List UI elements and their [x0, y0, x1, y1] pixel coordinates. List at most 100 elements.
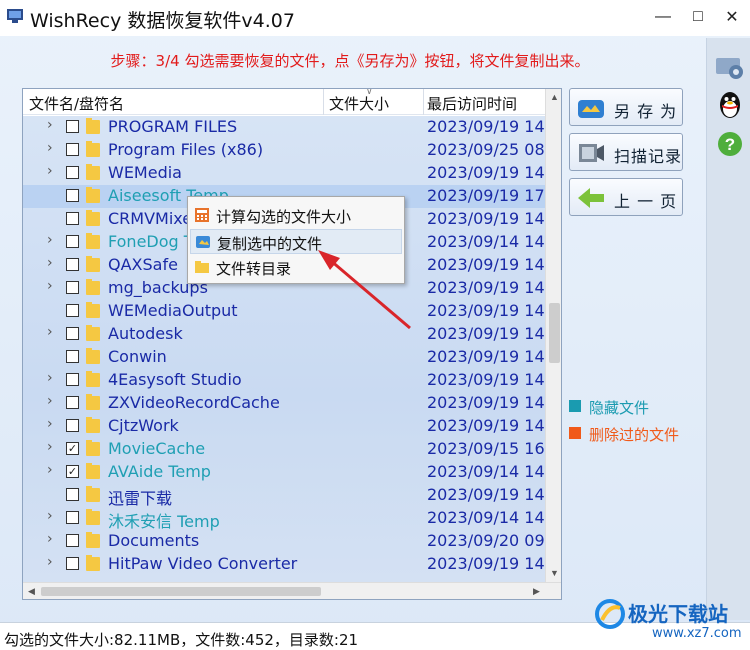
expand-chevron-icon[interactable]: › [47, 117, 53, 133]
column-divider[interactable] [423, 89, 424, 115]
folder-icon [86, 394, 100, 410]
row-checkbox[interactable] [66, 327, 79, 340]
expand-chevron-icon[interactable]: › [47, 393, 53, 409]
expand-chevron-icon[interactable]: › [47, 232, 53, 248]
expand-chevron-icon[interactable]: › [47, 416, 53, 432]
table-row[interactable]: › Program Files (x86) 2023/09/25 08:5 [23, 139, 545, 162]
scroll-down-icon[interactable]: ▼ [546, 565, 561, 582]
table-row[interactable]: › 沐禾安信 Temp 2023/09/14 14:0 [23, 507, 545, 531]
menu-item-calc-size[interactable]: 计算勾选的文件大小 [190, 203, 402, 228]
maximize-button[interactable]: □ [681, 4, 715, 30]
scan-records-icon [579, 144, 604, 162]
table-row[interactable]: › HitPaw Video Converter 2023/09/19 14:2 [23, 553, 545, 576]
row-checkbox[interactable] [66, 212, 79, 225]
row-checkbox[interactable] [66, 350, 79, 363]
row-date: 2023/09/19 14:2 [427, 370, 545, 389]
expand-chevron-icon[interactable]: › [47, 140, 53, 156]
row-checkbox[interactable] [66, 534, 79, 547]
table-row[interactable]: › ✓ AVAide Temp 2023/09/14 14:0 [23, 461, 545, 484]
row-checkbox[interactable] [66, 166, 79, 179]
file-list[interactable]: 文件名/盘符名 ∨ 文件大小 最后访问时间 › PROGRAM FILES 2023… [22, 88, 562, 600]
row-checkbox[interactable] [66, 143, 79, 156]
list-rows: › PROGRAM FILES 2023/09/19 14:2 › Program Fi… [23, 116, 545, 582]
row-checkbox[interactable] [66, 488, 79, 501]
table-row[interactable]: › PROGRAM FILES 2023/09/19 14:2 [23, 116, 545, 139]
scroll-left-icon[interactable]: ◀ [23, 583, 40, 599]
legend-swatch [569, 400, 581, 412]
row-checkbox[interactable] [66, 419, 79, 432]
row-name: Autodesk [108, 324, 183, 343]
expand-chevron-icon[interactable]: › [47, 370, 53, 386]
row-checkbox[interactable] [66, 373, 79, 386]
qq-penguin-icon[interactable] [714, 88, 746, 120]
column-header-size[interactable]: 文件大小 [329, 93, 389, 114]
scroll-up-icon[interactable]: ▲ [546, 89, 561, 106]
close-button[interactable]: ✕ [715, 4, 749, 30]
table-row[interactable]: › 4Easysoft Studio 2023/09/19 14:2 [23, 369, 545, 392]
watermark: 极光下载站 www.xz7.com [590, 596, 748, 646]
menu-item-file-to-dir[interactable]: 文件转目录 [190, 255, 402, 280]
table-row[interactable]: Conwin 2023/09/19 14:2 [23, 346, 545, 369]
table-row[interactable]: › CjtzWork 2023/09/19 14:2 [23, 415, 545, 438]
folder-icon [86, 164, 100, 180]
row-checkbox[interactable] [66, 511, 79, 524]
row-checkbox[interactable] [66, 281, 79, 294]
horizontal-scroll-thumb[interactable] [41, 587, 321, 596]
expand-chevron-icon[interactable]: › [47, 163, 53, 179]
row-checkbox[interactable] [66, 120, 79, 133]
row-checkbox[interactable]: ✓ [66, 442, 79, 455]
list-header: 文件名/盘符名 ∨ 文件大小 最后访问时间 [23, 89, 545, 115]
expand-chevron-icon[interactable]: › [47, 531, 53, 547]
row-checkbox[interactable] [66, 396, 79, 409]
expand-chevron-icon[interactable]: › [47, 462, 53, 478]
row-name: HitPaw Video Converter [108, 554, 298, 573]
help-icon[interactable]: ? [714, 128, 746, 160]
settings-icon[interactable] [714, 50, 746, 82]
row-checkbox[interactable] [66, 235, 79, 248]
table-row[interactable]: › Autodesk 2023/09/19 14:2 [23, 323, 545, 346]
table-row[interactable]: › ✓ MovieCache 2023/09/15 16:1 [23, 438, 545, 461]
column-header-date[interactable]: 最后访问时间 [427, 93, 517, 114]
horizontal-scrollbar[interactable]: ◀ ▶ [23, 582, 561, 599]
folder-icon [86, 279, 100, 295]
menu-item-label: 计算勾选的文件大小 [216, 208, 352, 226]
scan-records-button[interactable]: 扫描记录 [569, 133, 683, 171]
row-checkbox[interactable] [66, 258, 79, 271]
save-as-button[interactable]: 另 存 为 [569, 88, 683, 126]
svg-text:?: ? [725, 135, 735, 154]
row-date: 2023/09/14 14:0 [427, 508, 545, 527]
row-date: 2023/09/19 14:2 [427, 393, 545, 412]
expand-chevron-icon[interactable]: › [47, 508, 53, 524]
row-checkbox[interactable]: ✓ [66, 465, 79, 478]
row-checkbox[interactable] [66, 557, 79, 570]
scroll-right-icon[interactable]: ▶ [528, 583, 545, 599]
row-checkbox[interactable] [66, 189, 79, 202]
prev-page-button[interactable]: 上 一 页 [569, 178, 683, 216]
row-date: 2023/09/19 14:2 [427, 416, 545, 435]
table-row[interactable]: › ZXVideoRecordCache 2023/09/19 14:2 [23, 392, 545, 415]
folder-icon [195, 261, 209, 273]
expand-chevron-icon[interactable]: › [47, 255, 53, 271]
expand-chevron-icon[interactable]: › [47, 554, 53, 570]
folder-icon [86, 210, 100, 226]
folder-icon [86, 509, 100, 525]
table-row[interactable]: WEMediaOutput 2023/09/19 14:2 [23, 300, 545, 323]
table-row[interactable]: › WEMedia 2023/09/19 14:2 [23, 162, 545, 185]
column-header-name[interactable]: 文件名/盘符名 [29, 93, 124, 114]
row-checkbox[interactable] [66, 304, 79, 317]
row-date: 2023/09/19 17:2 [427, 186, 545, 205]
expand-chevron-icon[interactable]: › [47, 324, 53, 340]
context-menu: 计算勾选的文件大小 复制选中的文件 文件转目录 [187, 196, 405, 284]
table-row[interactable]: › Documents 2023/09/20 09:3 [23, 530, 545, 553]
expand-chevron-icon[interactable]: › [47, 439, 53, 455]
expand-chevron-icon[interactable]: › [47, 278, 53, 294]
row-name: Conwin [108, 347, 167, 366]
vertical-scroll-thumb[interactable] [549, 303, 560, 363]
minimize-button[interactable]: — [646, 4, 680, 30]
table-row[interactable]: 迅雷下载 2023/09/19 14:2 [23, 484, 545, 508]
column-divider[interactable] [323, 89, 324, 115]
app-logo-icon [7, 9, 23, 23]
vertical-scrollbar[interactable]: ▲ ▼ [545, 89, 561, 582]
row-date: 2023/09/15 16:1 [427, 439, 545, 458]
menu-item-copy-selected[interactable]: 复制选中的文件 [190, 229, 402, 254]
